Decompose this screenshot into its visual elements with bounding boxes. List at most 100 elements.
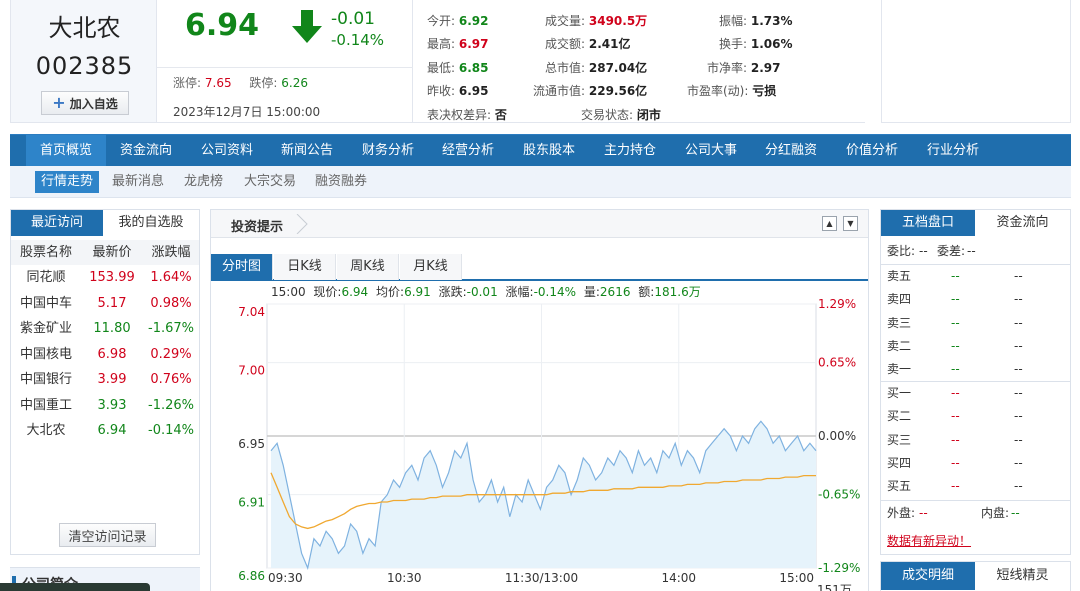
recent-stock-row[interactable]: 紫金矿业 11.80 -1.67% (11, 316, 199, 341)
recent-table-header: 股票名称 最新价 涨跌幅 (11, 240, 199, 265)
subnav-trend[interactable]: 行情走势 (35, 171, 100, 193)
recent-stock-row[interactable]: 同花顺 153.99 1.64% (11, 265, 199, 290)
quote-market-cap: 总市值: 287.04亿 (545, 61, 648, 75)
nav-shareholders[interactable]: 股东股本 (509, 135, 589, 167)
level-volume: -- (1014, 292, 1023, 307)
tab-weekly-k[interactable]: 周K线 (337, 254, 399, 280)
stock-name: 大北农 (48, 14, 121, 42)
scroll-down-button[interactable]: ▼ (843, 216, 858, 231)
nav-company-info[interactable]: 公司资料 (187, 135, 267, 167)
x-tick-label: 14:00 (661, 571, 696, 585)
level-label: 买一 (887, 386, 912, 400)
stock-pct-cell: 1.64% (150, 270, 192, 285)
quote-pe: 市盈率(动): 亏损 (687, 84, 777, 98)
stock-price-cell: 6.98 (97, 346, 127, 362)
tab-recent-visits[interactable]: 最近访问 (11, 210, 103, 236)
sell-level-row: 卖二 -- -- (881, 335, 1070, 358)
order-ratio-label: 委比: (887, 244, 916, 258)
divider (157, 67, 413, 68)
sell-level-row: 卖四 -- -- (881, 288, 1070, 311)
stock-price-cell: 5.17 (97, 295, 127, 311)
tab-intraday[interactable]: 分时图 (211, 254, 273, 280)
tab-daily-k[interactable]: 日K线 (274, 254, 336, 280)
sell-level-row: 卖三 -- -- (881, 312, 1070, 335)
pct-tick-label: 1.29% (818, 297, 856, 311)
stock-name-cell: 大北农 (26, 423, 66, 438)
recent-stock-row[interactable]: 中国核电 6.98 0.29% (11, 342, 199, 367)
subnav-dragon-tiger[interactable]: 龙虎榜 (178, 171, 229, 193)
recent-stock-row[interactable]: 大北农 6.94 -0.14% (11, 418, 199, 443)
nav-holdings[interactable]: 主力持仓 (590, 135, 670, 167)
outer-value: -- (919, 506, 928, 520)
stock-name-cell: 中国核电 (19, 346, 72, 362)
recent-stock-row[interactable]: 中国银行 3.99 0.76% (11, 367, 199, 392)
quote-open: 今开: 6.92 (427, 14, 489, 28)
level-volume: -- (1014, 362, 1023, 377)
y-tick-label: 6.95 (238, 437, 265, 451)
tab-order-book[interactable]: 五档盘口 (881, 210, 975, 236)
nav-fund-flow[interactable]: 资金流向 (106, 135, 186, 167)
order-ratio-row: 委比: -- 委差: -- (881, 240, 1070, 263)
tab-fund-flow[interactable]: 资金流向 (975, 210, 1070, 236)
nav-events[interactable]: 公司大事 (671, 135, 751, 167)
header-right-box (881, 0, 1071, 123)
nav-valuation[interactable]: 价值分析 (832, 135, 912, 167)
tab-short-term[interactable]: 短线精灵 (975, 562, 1070, 590)
tab-deal-detail[interactable]: 成交明细 (881, 562, 975, 590)
plus-icon: + (52, 93, 66, 112)
level-volume: -- (1014, 269, 1023, 283)
limit-up-label: 涨停: (173, 76, 202, 90)
limit-row: 涨停: 7.65 跌停: 6.26 (173, 74, 308, 91)
level-price: -- (951, 479, 960, 494)
x-tick-label: 09:30 (268, 571, 303, 585)
level-label: 卖三 (887, 315, 912, 330)
scroll-up-button[interactable]: ▲ (822, 216, 837, 231)
nav-overview[interactable]: 首页概览 (26, 135, 106, 167)
level-label: 卖一 (887, 362, 912, 377)
level-volume: -- (1014, 409, 1023, 424)
level-price: -- (951, 315, 960, 330)
stock-pct-cell: -1.67% (148, 321, 194, 336)
order-book-tabs: 五档盘口 资金流向 (881, 210, 1070, 236)
recent-stock-row[interactable]: 中国重工 3.93 -1.26% (11, 393, 199, 418)
level-price: -- (951, 432, 960, 447)
investment-tips-title[interactable]: 投资提示 (231, 216, 283, 235)
stock-identity-box: 大北农 002385 + 加入自选 (10, 0, 157, 123)
quote-datetime: 2023年12月7日 15:00:00 (173, 105, 321, 119)
stock-name-cell: 中国重工 (19, 397, 72, 413)
buy-level-row: 买三 -- -- (881, 429, 1070, 452)
nav-news[interactable]: 新闻公告 (267, 135, 347, 167)
anomaly-alert-link[interactable]: 数据有新异动！ (887, 532, 971, 549)
recent-panel-tabs: 最近访问 我的自选股 (11, 210, 199, 236)
level-label: 卖二 (887, 338, 912, 353)
nav-dividends[interactable]: 分红融资 (751, 135, 831, 167)
buy-level-row: 买二 -- -- (881, 405, 1070, 428)
clear-history-button[interactable]: 清空访问记录 (59, 523, 156, 547)
pct-tick-label: 0.65% (818, 356, 856, 370)
chevron-right-icon (296, 214, 308, 234)
nav-operations[interactable]: 经营分析 (428, 135, 508, 167)
nav-industry[interactable]: 行业分析 (913, 135, 993, 167)
divider (881, 500, 1070, 501)
quote-grid: 今开: 6.92 最高: 6.97 最低: 6.85 昨收: 6.95 表决权差… (413, 0, 865, 123)
level-price: -- (951, 338, 960, 353)
subnav-margin[interactable]: 融资融券 (309, 171, 373, 193)
level-label: 买四 (887, 455, 912, 470)
quote-pb: 市净率: 2.97 (707, 61, 781, 75)
pct-tick-label: 0.00% (818, 429, 856, 443)
tab-monthly-k[interactable]: 月K线 (400, 254, 462, 280)
subnav-latest-news[interactable]: 最新消息 (106, 171, 170, 193)
column-header: 股票名称 (19, 245, 72, 260)
column-header: 最新价 (92, 245, 132, 260)
chart-tabs: 分时图 日K线 周K线 月K线 (211, 254, 868, 281)
nav-finance[interactable]: 财务分析 (348, 135, 428, 167)
tab-my-watchlist[interactable]: 我的自选股 (103, 210, 199, 236)
add-to-watchlist-button[interactable]: + 加入自选 (41, 91, 129, 115)
subnav-block-trade[interactable]: 大宗交易 (238, 171, 302, 193)
price-change-percent: -0.14% (331, 31, 385, 49)
intraday-chart[interactable]: 7.04 1.29% 7.00 0.65% 6.95 0.00% 6.91 -0.65% 6.8… (211, 282, 868, 591)
order-diff-value: -- (967, 244, 976, 258)
column-header: 涨跌幅 (151, 245, 191, 260)
recent-stock-row[interactable]: 中国中车 5.17 0.98% (11, 291, 199, 316)
stock-price-cell: 11.80 (93, 321, 131, 336)
